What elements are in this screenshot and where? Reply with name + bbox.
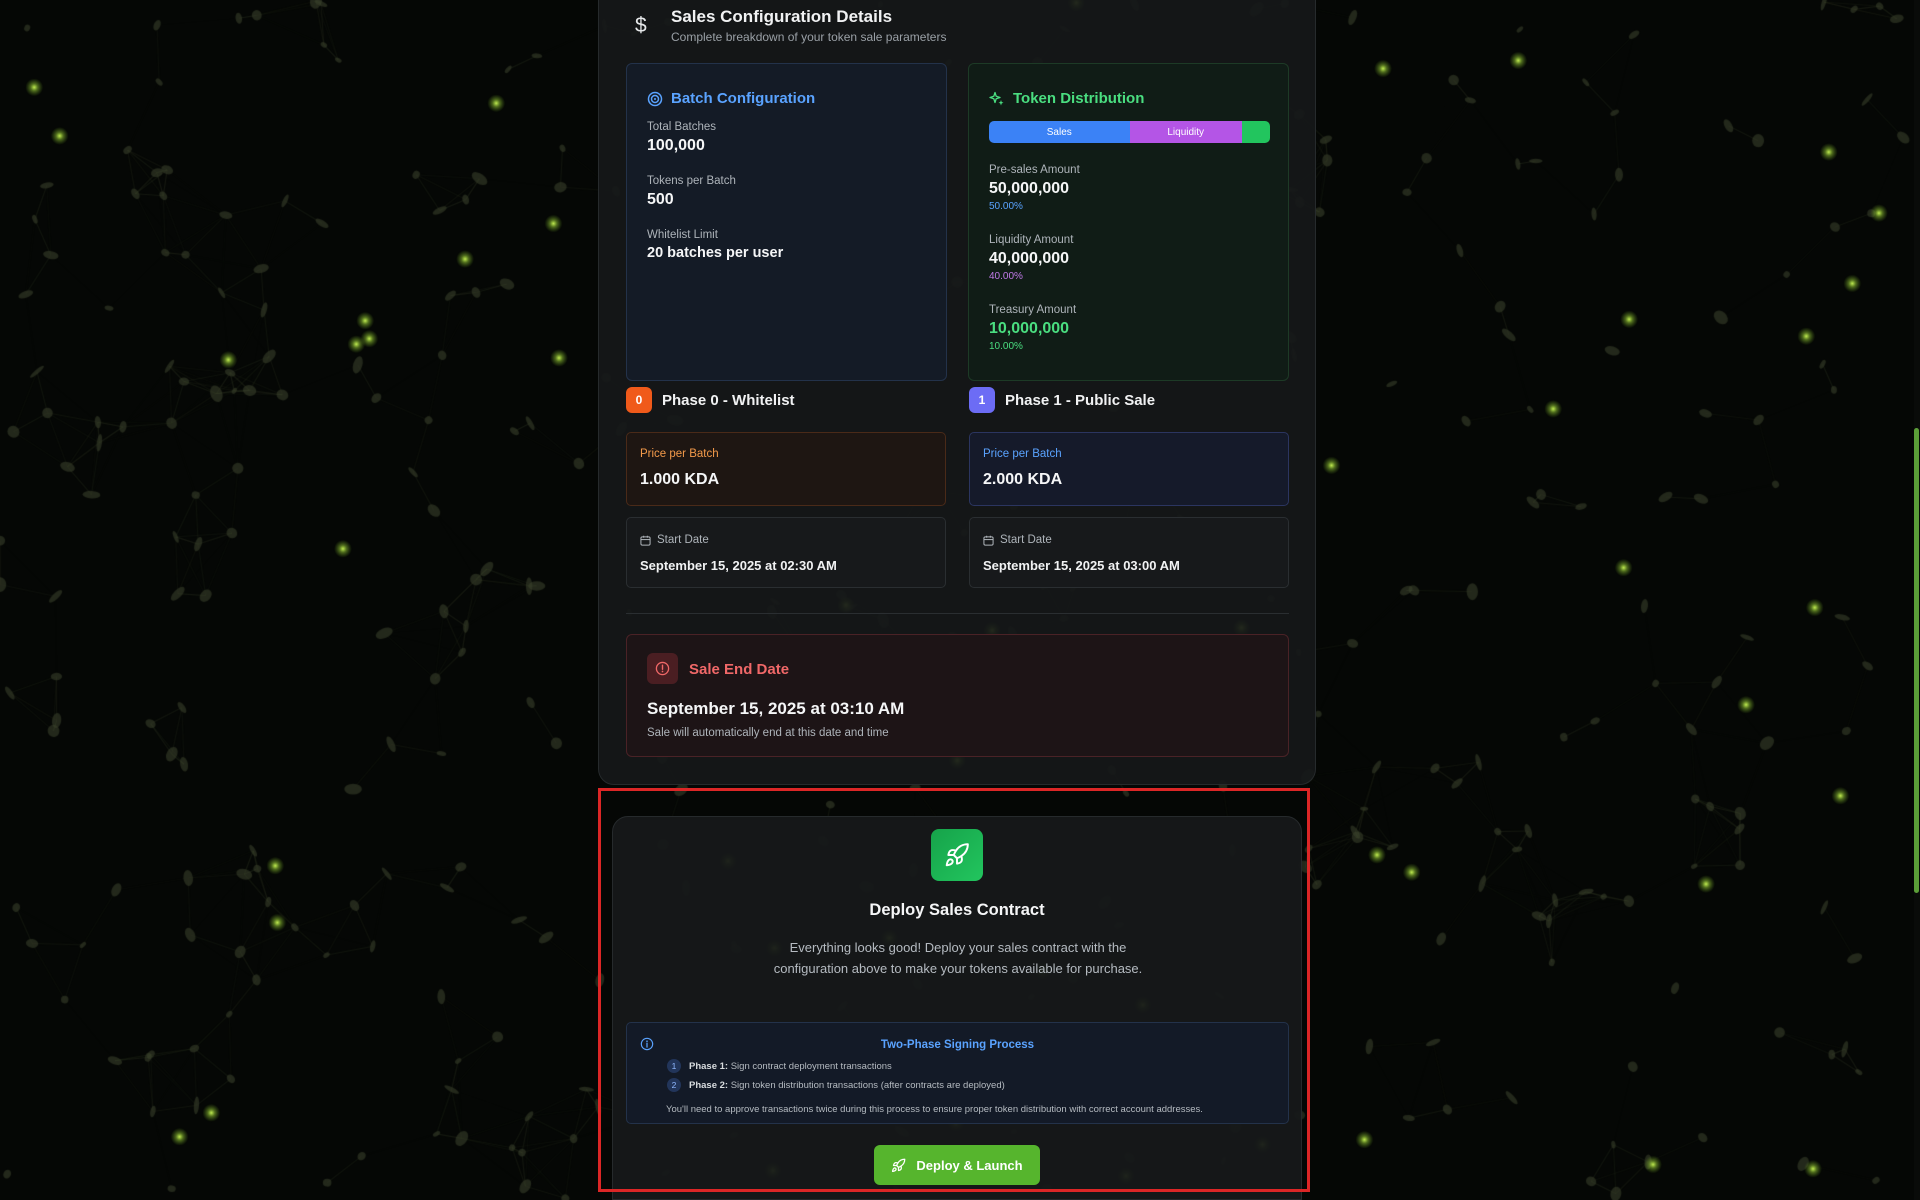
phase-0-price-box: Price per Batch 1.000 KDA xyxy=(626,432,946,506)
phase-0-title: Phase 0 - Whitelist xyxy=(662,391,795,409)
tokens-per-batch-field: Tokens per Batch 500 xyxy=(647,175,736,209)
sale-end-title: Sale End Date xyxy=(689,661,790,678)
distribution-title-text: Token Distribution xyxy=(1013,90,1145,107)
phase-1-start-label: Start Date xyxy=(1000,534,1052,546)
token-distribution-panel: Token Distribution Sales Liquidity Pre-s… xyxy=(968,63,1289,381)
liquidity-value: 40,000,000 xyxy=(989,250,1070,267)
total-batches-label: Total Batches xyxy=(647,121,717,133)
phase-1-badge: 1 xyxy=(969,387,995,413)
batch-panel-title: Batch Configuration xyxy=(647,90,815,107)
distribution-bar: Sales Liquidity xyxy=(989,121,1270,143)
calendar-icon xyxy=(983,535,994,546)
phase-0-price-label: Price per Batch xyxy=(640,448,719,460)
phase-0-badge: 0 xyxy=(626,387,652,413)
calendar-icon xyxy=(640,535,651,546)
sale-end-value: September 15, 2025 at 03:10 AM xyxy=(647,699,905,718)
section-subtitle: Complete breakdown of your token sale pa… xyxy=(671,30,947,44)
phase-1-start-box: Start Date September 15, 2025 at 03:00 A… xyxy=(969,517,1289,588)
phase-0-start-label-row: Start Date xyxy=(640,534,709,546)
alert-circle-icon xyxy=(647,653,678,684)
phase-1-price-value: 2.000 KDA xyxy=(983,471,1063,488)
sale-end-box: Sale End Date September 15, 2025 at 03:1… xyxy=(626,634,1289,757)
highlight-annotation-box xyxy=(598,788,1310,1192)
section-header: $ Sales Configuration Details Complete b… xyxy=(635,7,946,44)
phase-1-title: Phase 1 - Public Sale xyxy=(1005,391,1156,409)
treasury-field: Treasury Amount 10,000,000 10.00% xyxy=(989,304,1076,352)
phase-0-start-label: Start Date xyxy=(657,534,709,546)
total-batches-value: 100,000 xyxy=(647,137,705,154)
presales-value: 50,000,000 xyxy=(989,180,1070,197)
liquidity-label: Liquidity Amount xyxy=(989,234,1074,246)
scrollbar-thumb[interactable] xyxy=(1914,428,1919,893)
distribution-segment-treasury xyxy=(1241,121,1270,143)
treasury-percent: 10.00% xyxy=(989,341,1023,352)
presales-field: Pre-sales Amount 50,000,000 50.00% xyxy=(989,164,1080,212)
treasury-value: 10,000,000 xyxy=(989,320,1070,337)
distribution-segment-liquidity: Liquidity xyxy=(1129,121,1242,143)
liquidity-percent: 40.00% xyxy=(989,271,1023,282)
presales-label: Pre-sales Amount xyxy=(989,164,1080,176)
whitelist-limit-value: 20 batches per user xyxy=(647,245,784,261)
distribution-panel-title: Token Distribution xyxy=(989,90,1144,107)
phase-1-start-label-row: Start Date xyxy=(983,534,1052,546)
liquidity-field: Liquidity Amount 40,000,000 40.00% xyxy=(989,234,1073,282)
phase-1-header: 1 Phase 1 - Public Sale xyxy=(969,387,1155,413)
phase-0-header: 0 Phase 0 - Whitelist xyxy=(626,387,795,413)
dollar-icon: $ xyxy=(635,14,647,37)
phase-0-start-box: Start Date September 15, 2025 at 02:30 A… xyxy=(626,517,946,588)
whitelist-limit-label: Whitelist Limit xyxy=(647,229,718,241)
tokens-per-batch-value: 500 xyxy=(647,191,674,208)
sparkles-icon xyxy=(989,91,1004,105)
tokens-per-batch-label: Tokens per Batch xyxy=(647,175,736,187)
presales-percent: 50.00% xyxy=(989,201,1023,212)
distribution-segment-sales: Sales xyxy=(989,121,1130,143)
phase-1-price-box: Price per Batch 2.000 KDA xyxy=(969,432,1289,506)
phase-1-price-label: Price per Batch xyxy=(983,448,1062,460)
whitelist-limit-field: Whitelist Limit 20 batches per user xyxy=(647,229,783,261)
phase-0-start-value: September 15, 2025 at 02:30 AM xyxy=(640,558,837,573)
batch-title-text: Batch Configuration xyxy=(671,90,816,107)
sales-config-card: $ Sales Configuration Details Complete b… xyxy=(598,0,1316,785)
sale-end-subtitle: Sale will automatically end at this date… xyxy=(647,727,889,739)
section-divider xyxy=(626,613,1289,614)
treasury-label: Treasury Amount xyxy=(989,304,1077,316)
section-title: Sales Configuration Details xyxy=(671,7,893,26)
total-batches-field: Total Batches 100,000 xyxy=(647,121,716,155)
phase-0-price-value: 1.000 KDA xyxy=(640,471,720,488)
phase-1-start-value: September 15, 2025 at 03:00 AM xyxy=(983,558,1180,573)
batch-configuration-panel: Batch Configuration Total Batches 100,00… xyxy=(626,63,947,381)
target-icon xyxy=(647,91,663,106)
